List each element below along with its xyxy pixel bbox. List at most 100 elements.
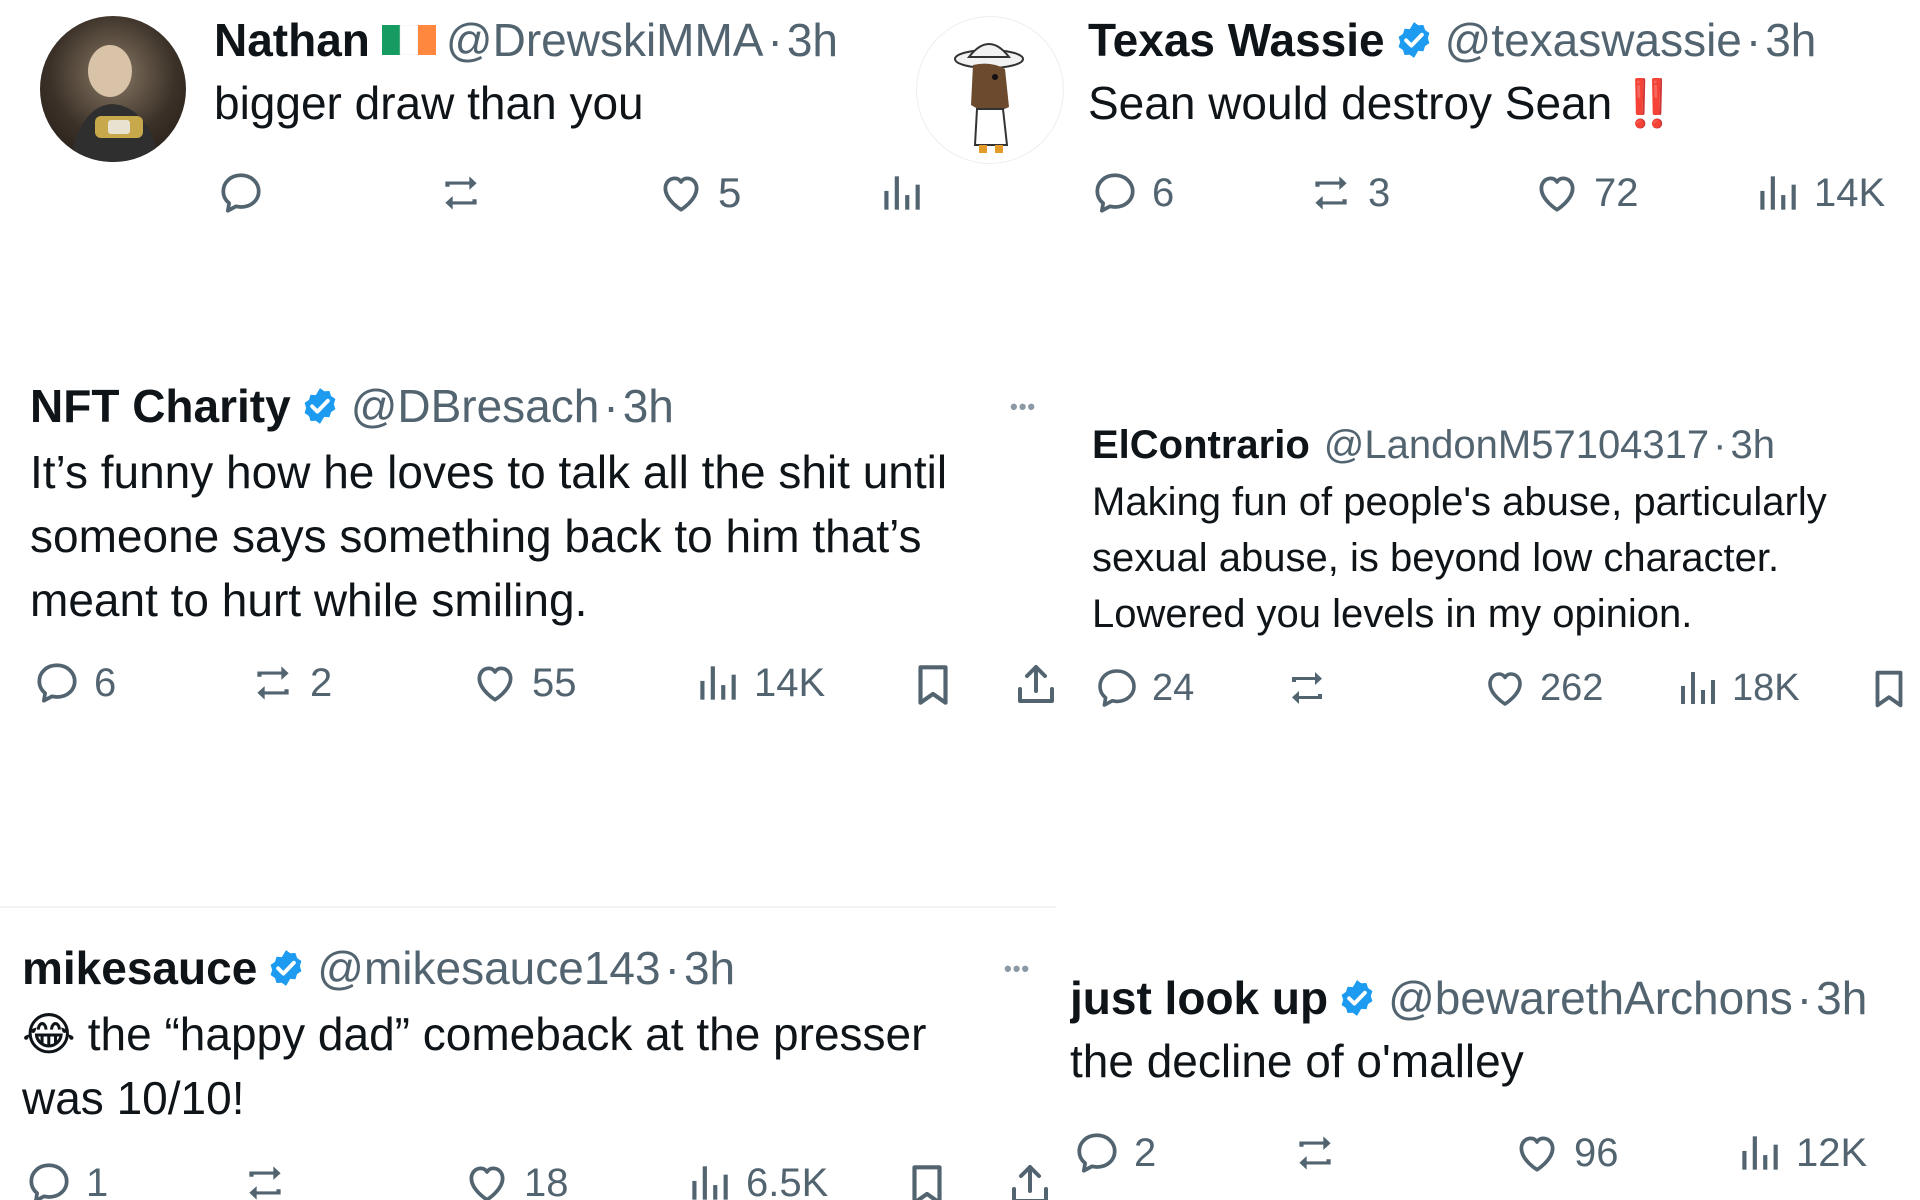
author-handle[interactable]: @DrewskiMMA (446, 13, 764, 67)
repost-icon (445, 176, 477, 210)
author-name[interactable]: NFT Charity (30, 379, 291, 433)
like-button[interactable]: 72 (1530, 168, 1639, 218)
reply-button[interactable]: 6 (1088, 168, 1174, 218)
repost-button[interactable] (434, 168, 488, 218)
repost-button[interactable]: 2 (246, 658, 332, 708)
reply-button[interactable] (214, 168, 268, 218)
repost-button[interactable] (238, 1158, 292, 1200)
timestamp[interactable]: 3h (623, 379, 674, 433)
heart-icon (1519, 1136, 1555, 1172)
separator-dot: · (603, 380, 619, 432)
views-button[interactable]: 14K (1750, 168, 1885, 218)
reply-count: 6 (94, 660, 117, 705)
avatar[interactable] (40, 16, 186, 162)
view-count: 12K (1796, 1130, 1868, 1175)
repost-button[interactable] (1282, 664, 1332, 712)
views-button[interactable] (874, 168, 928, 218)
repost-count: 3 (1368, 170, 1391, 215)
author-handle[interactable]: @texaswassie (1445, 13, 1742, 67)
share-icon (1012, 1165, 1048, 1200)
action-bar: 6 3 72 14K (1088, 164, 1888, 224)
reply-icon (1095, 173, 1135, 213)
tweet-text-line: meant to hurt while smiling. (30, 574, 588, 626)
author-name[interactable]: just look up (1070, 971, 1328, 1025)
bookmark-icon (1875, 670, 1903, 708)
repost-button[interactable] (1288, 1128, 1342, 1178)
tweet-texas-wassie[interactable]: Texas Wassie @texaswassie · 3h Sean woul… (1088, 12, 1816, 131)
views-button[interactable]: 12K (1732, 1128, 1867, 1178)
timestamp[interactable]: 3h (1816, 971, 1867, 1025)
tweet-text: Sean would destroy Sean ‼️ (1088, 76, 1816, 131)
divider (0, 906, 1056, 908)
views-icon (1681, 672, 1715, 704)
timestamp[interactable]: 3h (684, 941, 735, 995)
reply-button[interactable]: 1 (22, 1158, 108, 1200)
tweet-text-body: the “happy dad” comeback at the presser (87, 1008, 927, 1060)
like-count: 262 (1540, 666, 1604, 709)
author-handle[interactable]: @DBresach (351, 379, 600, 433)
action-bar: 2 96 12K (1070, 1128, 1920, 1184)
share-icon (1018, 665, 1054, 703)
more-options-button[interactable]: ••• (1004, 956, 1030, 982)
repost-button[interactable]: 3 (1304, 168, 1390, 218)
tweet-nft-charity[interactable]: NFT Charity @DBresach · 3h It’s funny ho… (30, 378, 1050, 632)
view-count: 6.5K (746, 1160, 829, 1200)
view-count: 14K (1814, 170, 1886, 215)
author-name[interactable]: ElContrario (1092, 423, 1310, 468)
bookmark-button[interactable] (908, 658, 958, 712)
separator-dot: · (1713, 422, 1727, 467)
views-button[interactable]: 14K (690, 658, 825, 708)
reply-icon (1077, 1133, 1117, 1173)
views-button[interactable]: 6.5K (682, 1158, 828, 1200)
tweet-text-line: 😂 the “happy dad” comeback at the presser (22, 1002, 1052, 1066)
like-button[interactable]: 262 (1480, 664, 1603, 712)
views-icon (1742, 1136, 1778, 1170)
views-icon (884, 176, 920, 210)
timestamp[interactable]: 3h (1765, 13, 1816, 67)
action-bar: 24 262 18K (1092, 664, 1920, 720)
reply-button[interactable]: 2 (1070, 1128, 1156, 1178)
action-bar: 6 2 55 14K (30, 658, 1060, 718)
action-bar: 5 (214, 162, 934, 222)
like-count: 5 (718, 169, 742, 216)
tweet-text-line: was 10/10! (22, 1072, 245, 1124)
separator-dot: · (1796, 972, 1813, 1024)
like-button[interactable]: 5 (654, 168, 741, 218)
like-button[interactable]: 55 (468, 658, 577, 708)
views-button[interactable]: 18K (1672, 664, 1800, 712)
more-options-button[interactable]: ••• (1010, 394, 1036, 420)
timestamp[interactable]: 3h (1731, 423, 1776, 468)
reply-button[interactable]: 24 (1092, 664, 1194, 712)
avatar[interactable] (916, 16, 1064, 164)
author-name[interactable]: Texas Wassie (1088, 13, 1385, 67)
tweet-text: It’s funny how he loves to talk all the … (30, 440, 1050, 632)
tweet-mikesauce[interactable]: mikesauce @mikesauce143 · 3h 😂 the “happy… (22, 940, 1052, 1130)
author-name[interactable]: Nathan (214, 13, 370, 67)
share-button[interactable] (1012, 658, 1060, 712)
timestamp[interactable]: 3h (787, 13, 838, 67)
author-handle[interactable]: @LandonM57104317 (1324, 423, 1709, 468)
tweet-nathan[interactable]: Nathan @DrewskiMMA · 3h bigger draw than… (214, 12, 838, 130)
share-button[interactable] (1006, 1158, 1054, 1200)
reply-icon (221, 173, 261, 213)
like-count: 96 (1574, 1130, 1619, 1175)
tweet-elcontrario[interactable]: ElContrario @LandonM57104317 · 3h Making… (1092, 420, 1920, 642)
author-name[interactable]: mikesauce (22, 941, 257, 995)
verified-badge-icon (265, 947, 307, 989)
bookmark-button[interactable] (902, 1158, 952, 1200)
tweet-just-look-up[interactable]: just look up @bewarethArchons · 3h the d… (1070, 970, 1920, 1088)
author-handle[interactable]: @bewarethArchons (1388, 971, 1793, 1025)
like-count: 55 (532, 660, 577, 705)
reply-button[interactable]: 6 (30, 658, 116, 708)
author-handle[interactable]: @mikesauce143 (317, 941, 660, 995)
reply-icon (29, 1163, 69, 1200)
heart-icon (1539, 176, 1575, 212)
bookmark-button[interactable] (1866, 664, 1912, 714)
like-button[interactable]: 18 (460, 1158, 569, 1200)
tweet-text: Making fun of people's abuse, particular… (1092, 474, 1920, 642)
heart-icon (477, 666, 513, 702)
like-button[interactable]: 96 (1510, 1128, 1619, 1178)
tweet-text: bigger draw than you (214, 77, 644, 129)
repost-icon (1315, 176, 1347, 210)
separator-dot: · (1745, 14, 1762, 66)
